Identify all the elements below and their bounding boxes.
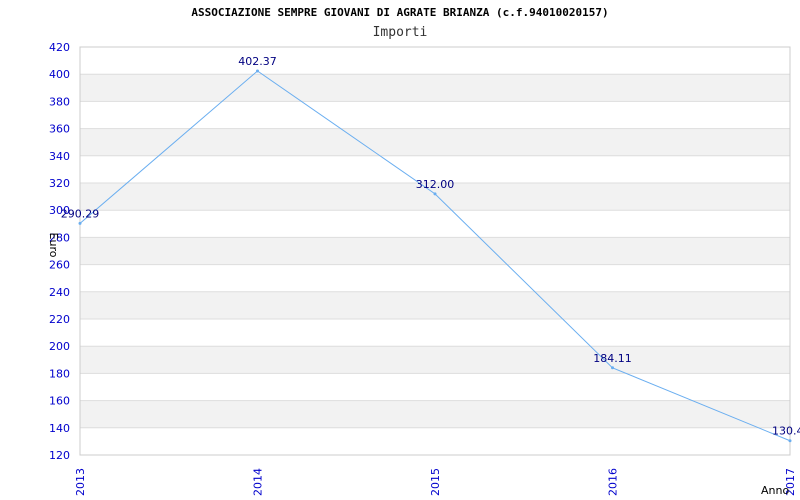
- chart-container: ASSOCIAZIONE SEMPRE GIOVANI DI AGRATE BR…: [0, 0, 800, 500]
- data-label: 184.11: [593, 352, 632, 365]
- y-axis-title: Euro: [47, 233, 60, 258]
- grid-band: [80, 346, 790, 374]
- y-tick-label: 400: [49, 68, 70, 81]
- x-axis-title: Anno: [761, 484, 789, 497]
- y-tick-label: 200: [49, 340, 70, 353]
- y-tick-label: 120: [49, 449, 70, 462]
- x-tick-label: 2014: [252, 468, 265, 496]
- y-tick-label: 380: [49, 95, 70, 108]
- x-tick-label: 2013: [74, 468, 87, 496]
- y-tick-label: 220: [49, 313, 70, 326]
- data-label: 312.00: [416, 178, 455, 191]
- data-label: 402.37: [238, 55, 277, 68]
- data-label: 130.49: [772, 425, 800, 438]
- data-point: [433, 192, 437, 196]
- y-tick-label: 160: [49, 395, 70, 408]
- grid-band: [80, 400, 790, 428]
- x-tick-label: 2016: [607, 468, 620, 496]
- y-tick-label: 260: [49, 259, 70, 272]
- data-label: 290.29: [61, 207, 100, 220]
- data-point: [611, 366, 614, 370]
- grid-band: [80, 237, 790, 265]
- data-point: [788, 439, 792, 443]
- x-tick-label: 2015: [429, 468, 442, 496]
- line-chart: 1201401601802002202402602803003203403603…: [47, 41, 800, 497]
- y-tick-label: 320: [49, 177, 70, 190]
- grid-band: [80, 291, 790, 319]
- y-tick-label: 140: [49, 422, 70, 435]
- y-tick-label: 420: [49, 41, 70, 54]
- y-tick-label: 180: [49, 367, 70, 380]
- y-tick-label: 340: [49, 150, 70, 163]
- data-point: [78, 221, 82, 225]
- data-point: [256, 69, 259, 73]
- grid-band: [80, 128, 790, 156]
- y-tick-label: 360: [49, 123, 70, 136]
- grid-band: [80, 74, 790, 102]
- y-tick-label: 240: [49, 286, 70, 299]
